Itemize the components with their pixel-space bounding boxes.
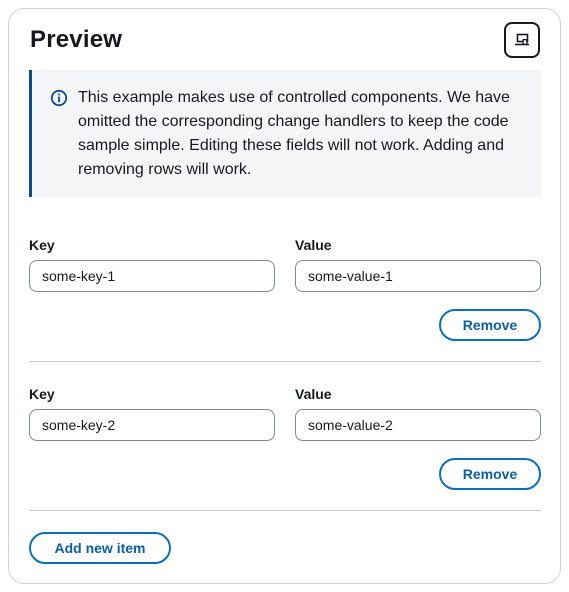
panel-title: Preview <box>30 26 123 53</box>
key-input[interactable] <box>29 409 275 441</box>
remove-button[interactable]: Remove <box>439 458 541 490</box>
key-label: Key <box>29 386 55 402</box>
key-input[interactable] <box>29 260 275 292</box>
value-field: Value <box>295 236 541 292</box>
open-in-window-icon <box>514 33 530 47</box>
info-alert: This example makes use of controlled com… <box>29 70 541 197</box>
info-text: This example makes use of controlled com… <box>78 89 510 178</box>
value-input[interactable] <box>295 260 541 292</box>
open-in-window-button[interactable] <box>504 22 540 58</box>
row-divider <box>29 361 541 362</box>
key-field: Key <box>29 236 275 292</box>
info-icon <box>50 89 68 107</box>
value-label: Value <box>295 237 332 253</box>
row-divider <box>29 510 541 511</box>
value-input[interactable] <box>295 409 541 441</box>
preview-panel: Preview This example makes use of contro… <box>8 8 561 584</box>
value-label: Value <box>295 386 332 402</box>
panel-header: Preview <box>30 22 540 58</box>
key-field: Key <box>29 385 275 441</box>
key-label: Key <box>29 237 55 253</box>
remove-button[interactable]: Remove <box>439 309 541 341</box>
add-new-item-button[interactable]: Add new item <box>29 532 171 564</box>
value-field: Value <box>295 385 541 441</box>
